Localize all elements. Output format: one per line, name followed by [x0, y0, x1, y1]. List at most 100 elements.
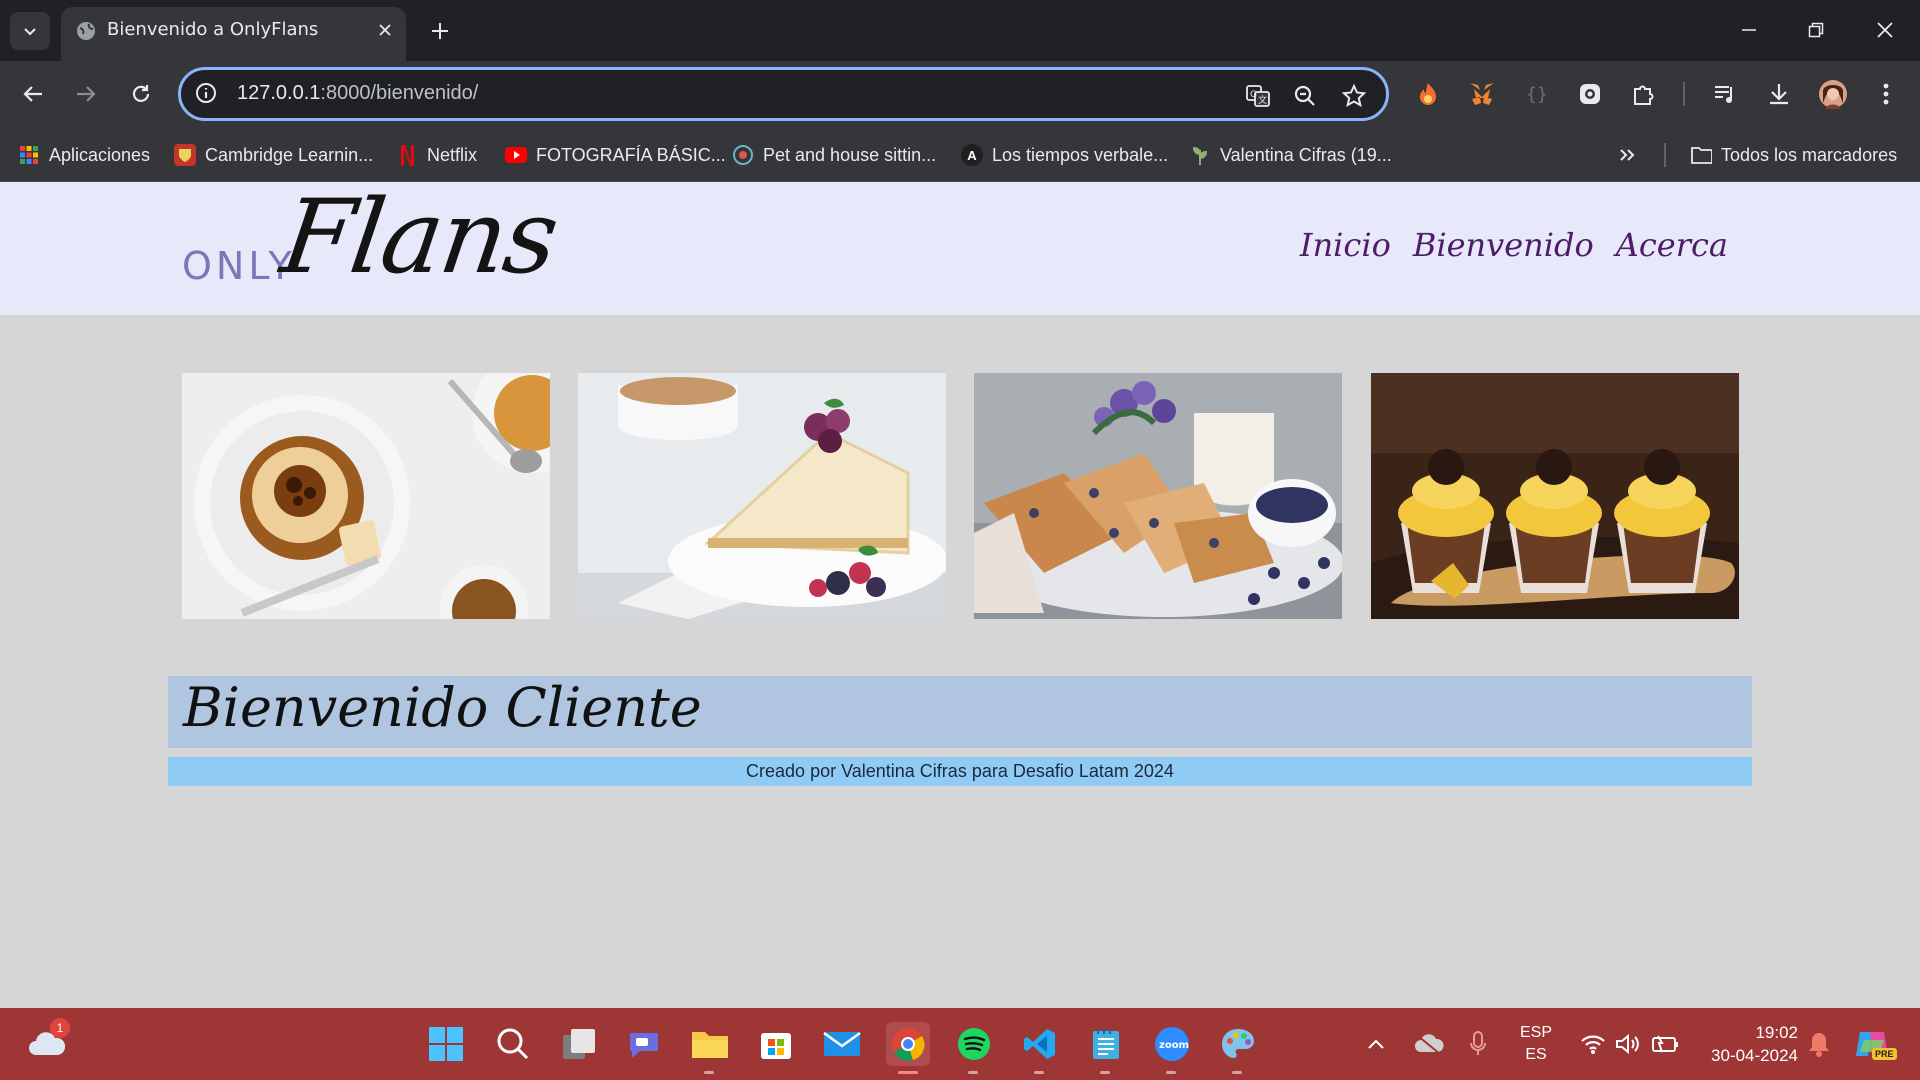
search-icon	[497, 1028, 529, 1060]
bookmark-label: Cambridge Learnin...	[205, 144, 374, 165]
file-explorer-button[interactable]	[688, 1022, 732, 1074]
bookmark-fotografia[interactable]: FOTOGRAFÍA BÁSIC...	[505, 141, 726, 169]
new-tab-button[interactable]	[423, 14, 457, 48]
bookmark-label: Aplicaciones	[49, 144, 151, 165]
search-button[interactable]	[491, 1022, 535, 1066]
bookmark-netflix[interactable]: Netflix	[396, 141, 477, 169]
battery-icon[interactable]	[1650, 1008, 1680, 1080]
reload-icon	[132, 85, 150, 102]
toolbar-divider	[1683, 82, 1685, 106]
bookmarks-overflow-button[interactable]	[1617, 141, 1637, 169]
url-text[interactable]: 127.0.0.1:8000/bienvenido/	[237, 82, 478, 105]
back-button[interactable]	[13, 74, 53, 114]
bookmark-label: Pet and house sittin...	[763, 144, 937, 165]
volume-icon[interactable]	[1614, 1008, 1642, 1080]
all-bookmarks-button[interactable]: Todos los marcadores	[1690, 141, 1897, 169]
url-path: :8000/bienvenido/	[320, 82, 479, 104]
globe-icon	[732, 144, 754, 166]
weather-widget[interactable]: 1	[26, 1018, 70, 1066]
tab-search-button[interactable]	[10, 12, 50, 50]
active-indicator	[898, 1071, 918, 1074]
fire-extension-icon[interactable]	[1410, 76, 1446, 112]
site-footer: Creado por Valentina Cifras para Desafio…	[168, 757, 1752, 786]
bookmark-valentina-cifras[interactable]: Valentina Cifras (19...	[1189, 141, 1392, 169]
nav-link-bienvenido[interactable]: Bienvenido	[1413, 226, 1594, 264]
microsoft-store-button[interactable]	[754, 1022, 798, 1066]
notepad-icon	[1093, 1029, 1119, 1059]
zoom-icon[interactable]	[1291, 82, 1319, 110]
url-host: 127.0.0.1	[237, 82, 321, 104]
minimize-button[interactable]	[1724, 10, 1774, 50]
bookmark-tiempos-verbales[interactable]: A Los tiempos verbale...	[961, 141, 1168, 169]
active-tab[interactable]: Bienvenido a OnlyFlans	[61, 7, 406, 61]
address-bar[interactable]: 127.0.0.1:8000/bienvenido/ G文	[178, 67, 1389, 121]
media-controls-icon[interactable]	[1707, 76, 1743, 112]
double-chevron-right-icon	[1620, 149, 1635, 161]
welcome-heading: Bienvenido Cliente	[183, 676, 702, 739]
translate-icon[interactable]: G文	[1244, 82, 1272, 110]
more-menu-icon[interactable]	[1868, 76, 1904, 112]
start-button[interactable]	[424, 1022, 468, 1066]
teams-chat-button[interactable]	[622, 1022, 666, 1066]
show-hidden-icons-button[interactable]	[1366, 1008, 1386, 1080]
onlyflans-logo[interactable]: ONLY Flans	[180, 178, 564, 305]
paint-button[interactable]	[1216, 1022, 1260, 1074]
profile-avatar[interactable]	[1815, 76, 1851, 112]
zoom-button[interactable]: zoom	[1150, 1022, 1194, 1074]
site-info-icon[interactable]	[195, 82, 217, 108]
a-letter-icon: A	[961, 144, 983, 166]
clock[interactable]: 19:02 30-04-2024	[1700, 1008, 1798, 1080]
globe-icon	[77, 22, 95, 40]
palette-icon	[1222, 1029, 1254, 1058]
close-window-button[interactable]	[1860, 10, 1910, 50]
nav-link-acerca[interactable]: Acerca	[1616, 226, 1728, 264]
bookmark-pet-house[interactable]: Pet and house sittin...	[732, 141, 936, 169]
welcome-banner: Bienvenido Cliente	[168, 676, 1752, 748]
running-indicator	[1034, 1071, 1044, 1074]
svg-text:zoom: zoom	[1159, 1040, 1189, 1051]
notifications-bell-icon[interactable]	[1807, 1008, 1831, 1080]
flan-photo	[182, 373, 550, 619]
bookmark-cambridge[interactable]: Cambridge Learnin...	[174, 141, 373, 169]
svg-text:{}: {}	[1526, 84, 1548, 105]
copilot-button[interactable]: PRE	[1854, 1008, 1897, 1080]
language-indicator[interactable]: ESP ES	[1520, 1008, 1552, 1080]
bookmark-star-icon[interactable]	[1340, 82, 1368, 110]
bookmarks-bar: Aplicaciones Cambridge Learnin... Netfli…	[0, 127, 1920, 182]
windows-taskbar: 1 zoom ESP ES 19:02 30-04-2024 PRE	[0, 1008, 1920, 1080]
task-view-button[interactable]	[557, 1022, 601, 1066]
chrome-button[interactable]	[886, 1022, 930, 1074]
mail-button[interactable]	[820, 1022, 864, 1066]
screen-record-icon[interactable]	[1572, 76, 1608, 112]
vscode-button[interactable]	[1018, 1022, 1062, 1074]
web-page: ONLY Flans Inicio Bienvenido Acerca Bien…	[0, 178, 1920, 1008]
bookmark-label: FOTOGRAFÍA BÁSIC...	[536, 144, 726, 165]
chevron-down-icon	[24, 28, 36, 36]
chevron-up-icon	[1368, 1039, 1384, 1049]
plant-icon	[1189, 144, 1211, 166]
svg-text:G: G	[1250, 90, 1257, 100]
bookmark-aplicaciones[interactable]: Aplicaciones	[18, 141, 150, 169]
forward-button[interactable]	[66, 74, 106, 114]
notepad-button[interactable]	[1084, 1022, 1128, 1074]
arrow-left-icon	[23, 86, 42, 102]
onedrive-icon[interactable]	[1414, 1008, 1444, 1080]
keyboard-layout: ES	[1525, 1046, 1547, 1063]
wifi-icon[interactable]	[1580, 1008, 1606, 1080]
site-nav: Inicio Bienvenido Acerca	[1300, 226, 1728, 264]
braces-extension-icon[interactable]: {}	[1518, 76, 1554, 112]
metamask-fox-icon[interactable]	[1464, 76, 1500, 112]
extensions-puzzle-icon[interactable]	[1626, 76, 1662, 112]
close-tab-icon[interactable]	[372, 17, 398, 43]
folder-icon	[692, 1032, 728, 1058]
dessert-gallery	[182, 373, 1739, 619]
chat-icon	[630, 1033, 658, 1058]
microphone-icon[interactable]	[1468, 1008, 1488, 1080]
reload-button[interactable]	[121, 74, 161, 114]
running-indicator	[704, 1071, 714, 1074]
download-icon[interactable]	[1761, 76, 1797, 112]
plus-icon	[432, 23, 448, 39]
restore-button[interactable]	[1791, 10, 1841, 50]
nav-link-inicio[interactable]: Inicio	[1300, 226, 1391, 264]
spotify-button[interactable]	[952, 1022, 996, 1074]
